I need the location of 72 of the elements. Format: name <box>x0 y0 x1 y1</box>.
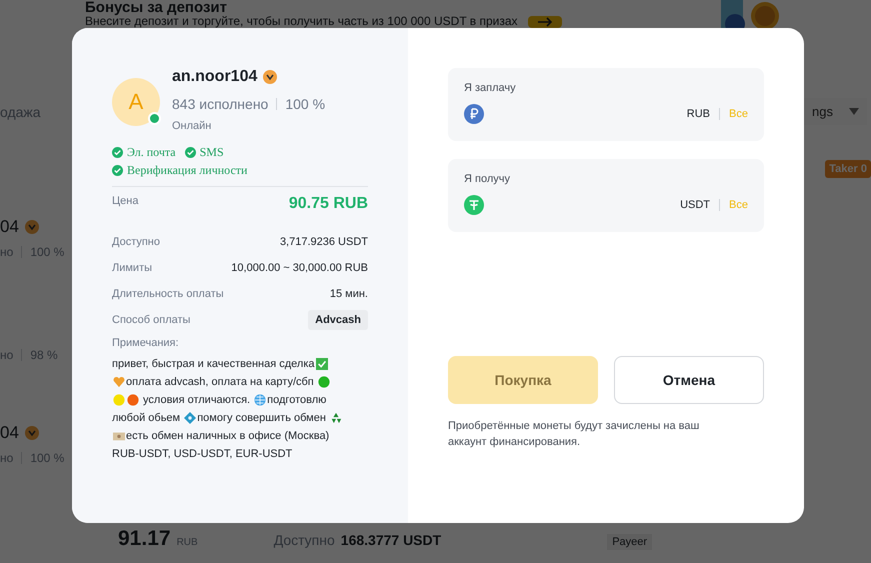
field-label: Я заплачу <box>464 82 517 94</box>
note-text: привет, быстрая и качественная сделка <box>112 357 315 372</box>
detail-label: Длительность оплаты <box>112 288 224 300</box>
amount-field[interactable]: Я получу USDT Все <box>448 159 764 232</box>
available-label: Доступно <box>274 532 335 548</box>
diamond-icon <box>184 412 196 424</box>
check-icon <box>316 358 328 370</box>
check-icon <box>184 147 196 158</box>
detail-label: Цена <box>112 195 138 207</box>
orders-text: но <box>0 451 14 465</box>
detail-value: 10,000.00 ~ 30,000.00 RUB <box>231 262 368 274</box>
notes-label: Примечания: <box>112 337 180 349</box>
promo-text: Внесите депозит и торгуйте, чтобы получить часть из 100 000 USDT в призах <box>85 15 518 28</box>
caret-icon <box>849 108 859 115</box>
heart-icon <box>113 376 125 388</box>
check-icon <box>112 147 123 158</box>
note-text: любой обьем <box>112 411 182 426</box>
avatar: A <box>112 78 160 126</box>
verification-label: Эл. почта <box>127 145 176 160</box>
verification-label: Верификация личности <box>127 163 248 178</box>
advertiser-name[interactable]: 04 <box>0 217 19 237</box>
orders-text: но <box>0 348 14 362</box>
available-value: 168.3777 USDT <box>340 532 442 548</box>
sort-label: ngs <box>812 104 833 119</box>
payment-tag: Advcash <box>308 310 368 330</box>
note-text: помогу совершить обмен <box>197 411 327 426</box>
detail-label: Лимиты <box>112 262 152 274</box>
ruble-icon <box>464 104 484 124</box>
completion-rate: 100 % <box>30 451 64 465</box>
note-text: оплата advcash, оплата на карту/сбп <box>126 375 315 390</box>
detail-value: 3,717.9236 USDT <box>280 236 368 248</box>
currency-text: RUB <box>686 108 710 120</box>
tab-label[interactable]: одажа <box>0 104 41 120</box>
detail-label: Доступно <box>112 236 160 248</box>
note-text: RUB-USDT, USD-USDT, EUR-USDT <box>112 447 292 462</box>
badge-icon <box>263 70 278 84</box>
orders-text: 843 исполнено <box>172 96 268 112</box>
note-text: есть обмен наличных в офисе (Москва) <box>126 429 330 444</box>
badge-icon <box>24 426 39 440</box>
seller-name[interactable]: an.noor104 <box>172 68 258 86</box>
note-text: подготовлю <box>267 393 326 408</box>
taker-badge: Taker 0 <box>825 160 871 178</box>
completion-rate: 100 % <box>30 245 64 259</box>
detail-value: 15 мин. <box>330 288 368 300</box>
status-text: Онлайн <box>172 120 212 132</box>
footnote-text: Приобретённые монеты будут зачислены на ваш аккаунт финансирования. <box>448 419 700 450</box>
check-icon <box>112 165 123 176</box>
verification-label: SMS <box>200 145 224 160</box>
completion-rate: 100 % <box>285 96 326 112</box>
circle-icon <box>127 394 139 406</box>
payment-tag: Payeer <box>607 534 652 550</box>
detail-label: Способ оплаты <box>112 314 190 326</box>
completion-rate: 98 % <box>30 348 58 362</box>
arrow-button[interactable] <box>528 16 562 28</box>
price-text: 91.17 <box>118 527 171 551</box>
arrow-icon <box>536 16 553 26</box>
cancel-button[interactable]: Отмена <box>614 356 764 404</box>
amount-field[interactable]: Я заплачу RUB Все <box>448 68 764 141</box>
badge-icon <box>24 220 39 234</box>
price-value: 90.75 RUB <box>288 195 368 213</box>
field-label: Я получу <box>464 173 511 185</box>
circle-icon <box>318 376 330 388</box>
advertiser-name[interactable]: 04 <box>0 423 19 443</box>
orders-text: но <box>0 245 14 259</box>
note-text: условия отличаются. <box>142 393 252 408</box>
currency-text: RUB <box>176 537 198 548</box>
circle-icon <box>113 394 125 406</box>
tether-icon <box>464 195 484 215</box>
globe-icon <box>254 394 266 406</box>
currency-text: USDT <box>680 199 710 211</box>
page-title: Бонусы за депозит <box>85 0 228 15</box>
banknote-icon <box>113 430 125 442</box>
